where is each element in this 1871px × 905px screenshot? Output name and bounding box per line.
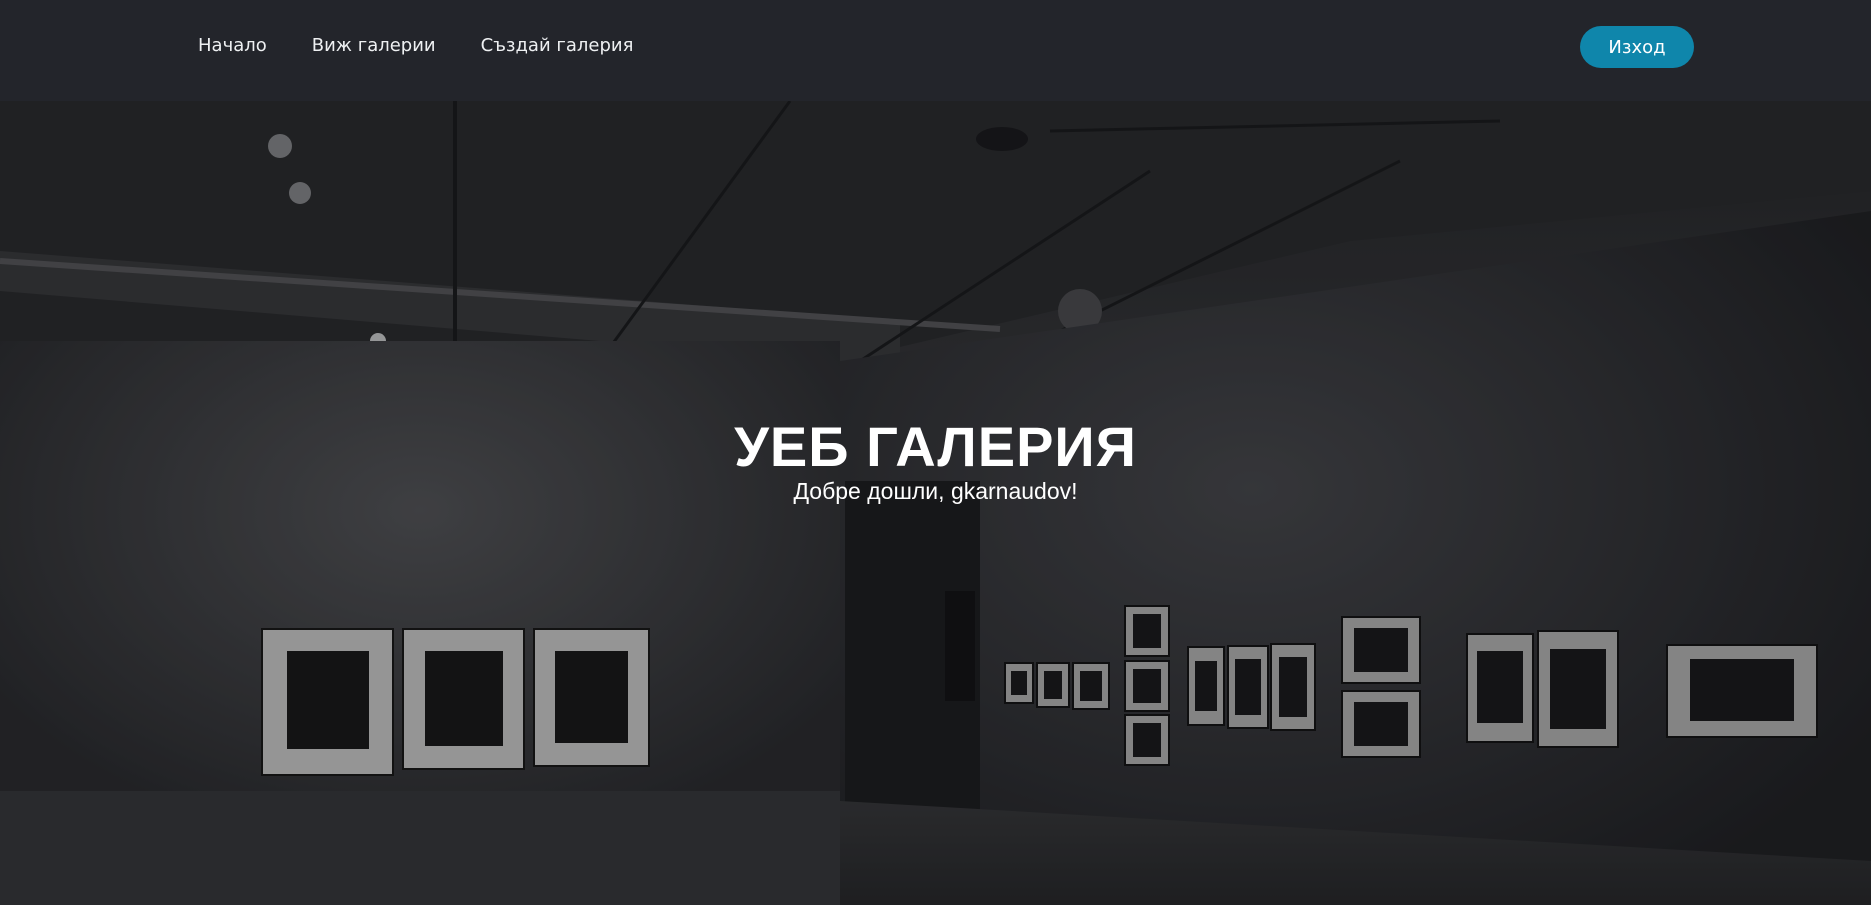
nav-links: Начало Виж галерии Създай галерия: [198, 33, 633, 59]
hero-banner: УЕБ ГАЛЕРИЯ Добре дошли, gkarnaudov!: [0, 101, 1871, 905]
nav-link-home[interactable]: Начало: [198, 33, 267, 59]
top-navbar: Начало Виж галерии Създай галерия Изход: [0, 0, 1871, 101]
logout-button[interactable]: Изход: [1580, 26, 1694, 68]
nav-link-create-gallery[interactable]: Създай галерия: [481, 33, 634, 59]
nav-link-view-galleries[interactable]: Виж галерии: [312, 33, 436, 59]
welcome-message: Добре дошли, gkarnaudov!: [793, 478, 1078, 504]
page-title: УЕБ ГАЛЕРИЯ: [734, 415, 1137, 478]
hero-text: УЕБ ГАЛЕРИЯ Добре дошли, gkarnaudov!: [0, 417, 1871, 505]
